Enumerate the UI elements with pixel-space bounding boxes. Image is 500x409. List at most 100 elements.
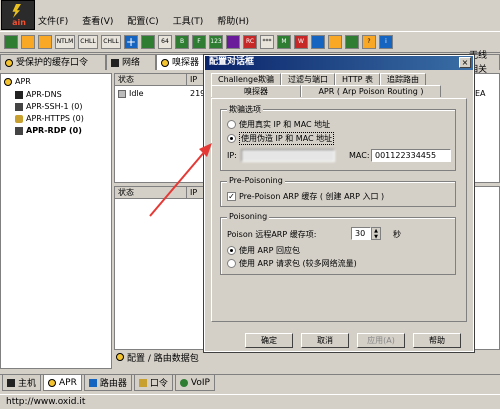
fake-ip-label: 使用伪造 IP 和 MAC 地址 <box>239 132 335 145</box>
ntlm-auth-button[interactable]: NTLM AUTH <box>55 35 75 49</box>
refresh-spinner[interactable]: ▲ ▼ <box>371 227 381 240</box>
apr-tab-panel: 欺骗选项 使用真实 IP 和 MAC 地址 使用伪造 IP 和 MAC 地址 I… <box>211 98 467 322</box>
poisoning-group: Poisoning Poison 远程ARP 缓存项: 30 ▲ ▼ 秒 使用 A… <box>220 212 456 275</box>
fake-ip-option[interactable]: 使用伪造 IP 和 MAC 地址 <box>227 132 335 145</box>
row-status: Idle <box>129 89 144 98</box>
row-status-icon <box>118 89 126 98</box>
chll-reset-button[interactable]: CHLL SPEED RESET <box>78 35 98 49</box>
mac-label: MAC: <box>349 151 370 160</box>
tab-hosts[interactable]: 主机 <box>2 375 42 391</box>
tab-network[interactable]: 网络 <box>106 54 156 70</box>
tab-apr[interactable]: APR <box>43 375 82 391</box>
apr-tree: APR APR-DNS APR-SSH-1 (0) APR-HTTPS (0) … <box>0 73 112 369</box>
fake-ip-radio[interactable] <box>227 134 236 143</box>
rc-button[interactable]: RC <box>243 35 257 49</box>
tab-routers[interactable]: 路由器 <box>83 375 132 391</box>
tab-traceroute[interactable]: 追踪路由 <box>380 73 427 85</box>
menu-help[interactable]: 帮助(H) <box>217 14 249 28</box>
f-button[interactable]: F <box>192 35 206 49</box>
poisoning-group-title: Poisoning <box>227 212 270 221</box>
password-button[interactable]: *** <box>260 35 274 49</box>
arp-request-radio[interactable] <box>227 259 236 268</box>
col-status-header[interactable]: 状态 <box>115 74 187 86</box>
toolbar: NTLM AUTH CHLL SPEED RESET CHLL SPEED NT… <box>0 31 500 53</box>
refresh-field[interactable]: 30 <box>351 227 371 240</box>
routing-pane-tab[interactable]: 配置 / 路由数据包 <box>114 350 214 364</box>
routing-icon <box>116 353 124 361</box>
help-button-dialog[interactable]: 帮助 <box>413 333 461 348</box>
key-icon[interactable] <box>328 35 342 49</box>
prepoison-option[interactable]: ✓ Pre-Poison ARP 缓存 ( 创建 ARP 入口 ) <box>227 191 384 202</box>
col-status-header-2[interactable]: 状态 <box>115 187 187 199</box>
grid-icon[interactable] <box>226 35 240 49</box>
voip-icon <box>179 378 188 387</box>
cancel-button[interactable]: 取消 <box>301 333 349 348</box>
help-button[interactable]: ? <box>362 35 376 49</box>
arp-request-label: 使用 ARP 请求包 (较多网络流量) <box>239 259 357 268</box>
close-icon[interactable]: × <box>459 57 471 68</box>
tab-apr-config[interactable]: APR ( Arp Poison Routing ) <box>301 85 441 97</box>
tab-network-label: 网络 <box>122 57 141 68</box>
tab-challenge-spoof[interactable]: Challenge欺骗 <box>211 73 281 85</box>
add-button[interactable]: + <box>124 35 138 49</box>
network-icon[interactable] <box>311 35 325 49</box>
b-button[interactable]: B <box>175 35 189 49</box>
ip-label: IP: <box>227 151 237 160</box>
app-logo: ain <box>1 0 35 30</box>
apply-button[interactable]: 应用(A) <box>357 333 405 348</box>
w-button[interactable]: W <box>294 35 308 49</box>
dns-icon <box>15 90 23 99</box>
ssh-icon <box>15 102 23 111</box>
tab-sniffer[interactable]: 嗅探器 <box>156 54 206 70</box>
globe-icon[interactable] <box>345 35 359 49</box>
real-ip-radio[interactable] <box>227 120 236 129</box>
tree-item-dns-label: APR-DNS <box>26 90 62 99</box>
prepoison-label: Pre-Poison ARP 缓存 ( 创建 ARP 入口 ) <box>239 192 385 201</box>
base64-button[interactable]: 64 <box>158 35 172 49</box>
real-ip-option[interactable]: 使用真实 IP 和 MAC 地址 <box>227 119 330 130</box>
info-button[interactable]: i <box>379 35 393 49</box>
tree-item-https[interactable]: APR-HTTPS (0) <box>15 114 84 123</box>
tree-item-rdp-label: APR-RDP (0) <box>26 126 82 135</box>
hosts-icon <box>7 378 15 387</box>
num-button[interactable]: 123 <box>209 35 223 49</box>
table-row[interactable]: Idle <box>118 89 144 98</box>
status-bar: http://www.oxid.it <box>0 394 500 409</box>
key-tab-icon <box>138 378 147 387</box>
tab-voip[interactable]: VoIP <box>174 375 215 391</box>
menu-tools[interactable]: 工具(T) <box>173 14 204 28</box>
tab-cached-passwords[interactable]: 受保护的缓存口令 <box>0 54 106 70</box>
menu-file[interactable]: 文件(F) <box>38 14 68 28</box>
menu-view[interactable]: 查看(V) <box>82 14 113 28</box>
apr-icon[interactable] <box>38 35 52 49</box>
ok-button[interactable]: 确定 <box>245 333 293 348</box>
mac-field[interactable]: 001122334455 <box>371 149 451 162</box>
open-icon[interactable] <box>4 35 18 49</box>
routing-pane-label: 配置 / 路由数据包 <box>127 353 199 364</box>
prepoison-group-title: Pre-Poisoning <box>227 176 285 185</box>
sniffer-tab-icon <box>161 58 169 67</box>
tree-item-ssh-label: APR-SSH-1 (0) <box>26 102 83 111</box>
sniffer-icon[interactable] <box>21 35 35 49</box>
tree-root-apr[interactable]: APR <box>4 77 31 86</box>
app-logo-text: ain <box>12 18 26 27</box>
config-dialog: 配置对话框 × Challenge欺骗 过滤与端口 HTTP 表 追踪路由 嗅探… <box>203 54 475 353</box>
tab-hosts-label: 主机 <box>18 379 37 389</box>
tree-item-rdp[interactable]: APR-RDP (0) <box>15 126 82 135</box>
prepoison-checkbox[interactable]: ✓ <box>227 192 236 201</box>
tab-http-fields[interactable]: HTTP 表 <box>335 73 381 85</box>
tab-filter-ports[interactable]: 过滤与端口 <box>281 73 335 85</box>
tab-passwords[interactable]: 口令 <box>133 375 173 391</box>
tab-sniffer-config[interactable]: 嗅探器 <box>211 85 301 97</box>
tool-icon[interactable] <box>141 35 155 49</box>
refresh-unit: 秒 <box>393 230 401 239</box>
menu-config[interactable]: 配置(C) <box>127 14 158 28</box>
arp-reply-radio[interactable] <box>227 246 236 255</box>
tree-item-ssh[interactable]: APR-SSH-1 (0) <box>15 102 82 111</box>
chll-ntlm-button[interactable]: CHLL SPEED NTLM <box>101 35 121 49</box>
tree-item-dns[interactable]: APR-DNS <box>15 90 62 99</box>
arp-reply-option[interactable]: 使用 ARP 回应包 <box>227 245 300 256</box>
ip-field[interactable] <box>241 149 335 162</box>
m-button[interactable]: M <box>277 35 291 49</box>
arp-request-option[interactable]: 使用 ARP 请求包 (较多网络流量) <box>227 258 357 269</box>
